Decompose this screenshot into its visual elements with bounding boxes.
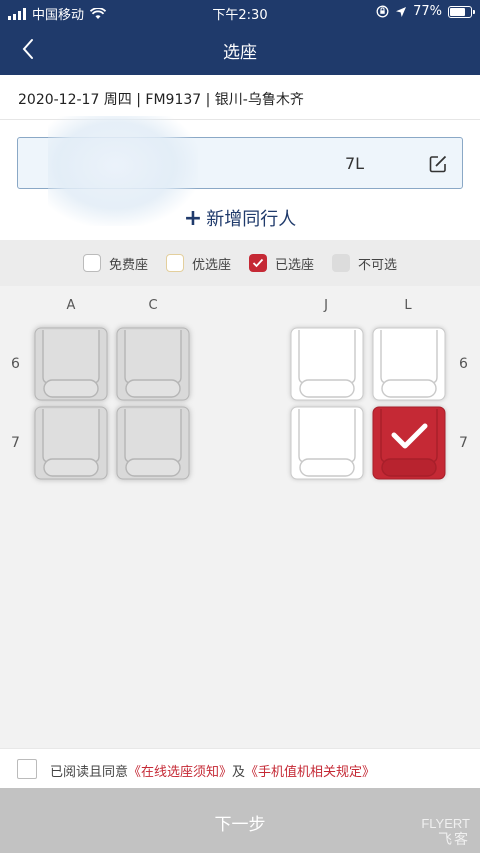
row-label-6-right: 6: [459, 356, 468, 372]
plus-icon: +: [183, 206, 203, 231]
battery-percent: 77%: [413, 4, 442, 19]
orientation-lock-icon: [376, 5, 389, 18]
check-icon: [252, 258, 264, 268]
flight-info: 2020-12-17 周四 | FM9137 | 银川-乌鲁木齐: [0, 75, 480, 120]
row-label-7-right: 7: [459, 435, 468, 451]
free-seat-swatch: [82, 254, 101, 272]
assigned-seat: 7L: [345, 154, 365, 173]
column-label-l: L: [404, 298, 412, 313]
seat-map: A C J L 6 6 7 7: [0, 286, 480, 748]
legend-unavailable: 不可选: [332, 254, 397, 273]
passenger-section: 7L + 新增同行人: [0, 116, 480, 240]
agreement-prefix: 已阅读且同意: [50, 765, 129, 780]
unavailable-seat-swatch: [332, 254, 351, 272]
row-label-6-left: 6: [11, 356, 20, 372]
watermark: FLYERT 飞客: [421, 817, 470, 847]
seat-7l[interactable]: [372, 406, 446, 480]
checkin-rules-link[interactable]: 《手机值机相关规定》: [245, 765, 375, 780]
location-arrow-icon: [396, 6, 407, 17]
battery-icon: [448, 5, 475, 18]
status-bar: 中国移动 下午2:30 77%: [0, 0, 480, 24]
legend-free-label: 免费座: [108, 257, 148, 273]
legend-selected-label: 已选座: [275, 257, 315, 273]
add-companion-label: 新增同行人: [206, 209, 297, 230]
legend-premium: 优选座: [165, 254, 231, 273]
legend-selected: 已选座: [249, 254, 314, 273]
column-label-j: J: [324, 298, 328, 313]
selected-seat-swatch: [249, 254, 267, 272]
seat-7a: [34, 406, 108, 480]
passenger-card[interactable]: 7L: [17, 116, 463, 226]
legend-unavailable-label: 不可选: [358, 257, 398, 273]
edit-icon[interactable]: [428, 154, 448, 174]
page-title: 选座: [223, 43, 257, 63]
nav-bar: 选座: [0, 24, 480, 75]
agreement-checkbox[interactable]: [17, 759, 37, 779]
seat-6c: [116, 327, 190, 401]
top-bar: 中国移动 下午2:30 77% 选座: [0, 0, 480, 75]
add-companion-button[interactable]: + 新增同行人: [0, 205, 480, 231]
agreement-and: 及: [232, 765, 246, 780]
seat-legend: 免费座 优选座 已选座 不可选: [0, 240, 480, 286]
seat-7j[interactable]: [290, 406, 364, 480]
seat-6j[interactable]: [290, 327, 364, 401]
seat-7c: [116, 406, 190, 480]
watermark-en: FLYERT: [421, 816, 470, 832]
next-step-label: 下一步: [214, 815, 266, 835]
watermark-cn: 飞客: [438, 830, 470, 847]
legend-free: 免费座: [82, 254, 148, 273]
agreement-text: 已阅读且同意《在线选座须知》及《手机值机相关规定》: [50, 761, 375, 780]
agreement-row: 已阅读且同意《在线选座须知》及《手机值机相关规定》: [0, 748, 480, 788]
seat-6l[interactable]: [372, 327, 446, 401]
premium-seat-swatch: [165, 254, 184, 272]
next-step-button[interactable]: 下一步 FLYERT 飞客: [0, 788, 480, 853]
row-label-7-left: 7: [11, 435, 20, 451]
column-label-c: C: [148, 298, 158, 313]
seat-rules-link[interactable]: 《在线选座须知》: [128, 765, 232, 780]
seat-6a: [34, 327, 108, 401]
column-label-a: A: [66, 298, 76, 313]
legend-premium-label: 优选座: [191, 257, 231, 273]
